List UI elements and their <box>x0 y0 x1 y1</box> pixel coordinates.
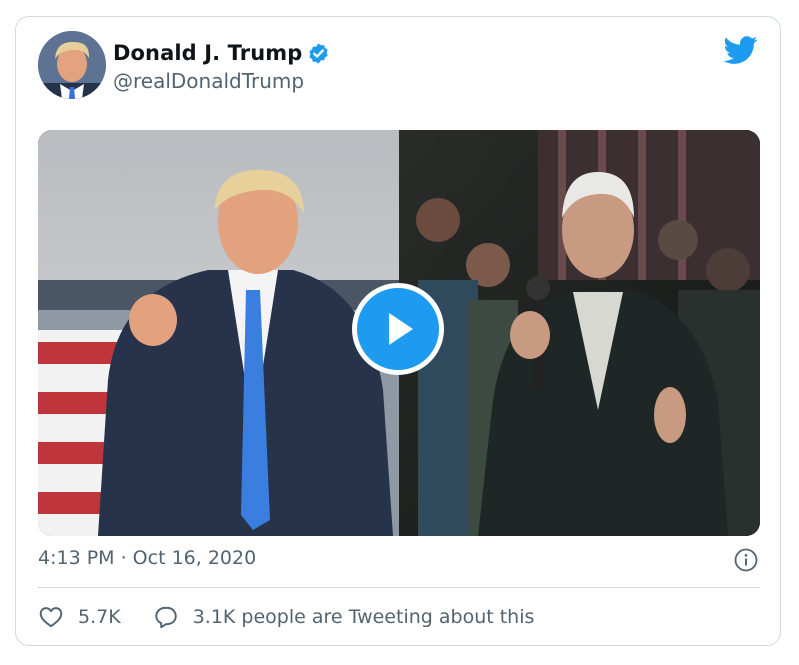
play-button[interactable] <box>352 283 444 375</box>
play-icon <box>389 313 413 345</box>
divider <box>38 587 760 588</box>
twitter-bird-icon[interactable] <box>724 33 758 67</box>
video-media[interactable] <box>38 130 760 536</box>
avatar-image <box>38 31 106 99</box>
like-count: 5.7K <box>78 606 121 628</box>
heart-icon <box>39 607 63 628</box>
user-handle[interactable]: @realDonaldTrump <box>113 69 304 93</box>
conversation-link[interactable]: 3.1K people are Tweeting about this <box>153 604 535 630</box>
info-icon[interactable] <box>734 548 758 572</box>
tweet-actions: 5.7K 3.1K people are Tweeting about this <box>38 604 534 630</box>
avatar[interactable] <box>38 31 106 99</box>
tweet-timestamp[interactable]: 4:13 PM · Oct 16, 2020 <box>38 547 256 569</box>
like-button[interactable]: 5.7K <box>38 604 121 630</box>
tweet-card[interactable]: Donald J. Trump @realDonaldTrump 4:13 PM… <box>15 16 781 646</box>
conversation-text: 3.1K people are Tweeting about this <box>192 606 535 628</box>
display-name[interactable]: Donald J. Trump <box>113 41 302 65</box>
speech-bubble-icon <box>154 606 177 629</box>
verified-badge-icon <box>309 42 328 64</box>
author-name-row[interactable]: Donald J. Trump <box>113 41 330 65</box>
